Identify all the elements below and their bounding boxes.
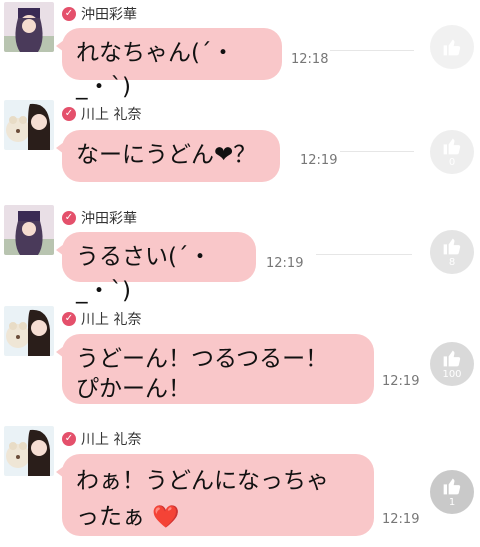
avatar[interactable] — [4, 100, 54, 150]
message-text-line: うどーん！つるつるー！ — [76, 346, 329, 372]
heart-emoji-icon: ❤️ — [152, 505, 180, 530]
divider-line — [340, 151, 414, 152]
sender-name: 川上 礼奈 — [81, 432, 142, 448]
verified-check-icon: ✓ — [62, 432, 76, 446]
divider-line — [330, 50, 414, 51]
sender-name: 沖田彩華 — [81, 211, 137, 227]
message-text-line: ぴかーん！ — [76, 376, 191, 402]
sender-name: 川上 礼奈 — [81, 107, 142, 123]
message-time: 12:19 — [300, 153, 338, 168]
like-count: 8 — [448, 257, 456, 268]
message-bubble[interactable]: うどーん！つるつるー！ ぴかーん！ — [56, 334, 374, 404]
message-time: 12:19 — [382, 374, 420, 389]
sender-name: 沖田彩華 — [81, 7, 137, 23]
message-item: ✓ 沖田彩華 うるさい(´・_・`) 12:19 8 — [0, 203, 480, 304]
message-time: 12:19 — [382, 512, 420, 527]
verified-check-icon: ✓ — [62, 107, 76, 121]
like-button[interactable]: 100 — [430, 342, 474, 386]
verified-check-icon: ✓ — [62, 312, 76, 326]
avatar[interactable] — [4, 306, 54, 356]
verified-check-icon: ✓ — [62, 211, 76, 225]
message-text: ったぁ — [76, 504, 145, 530]
message-text-line: わぁ！うどんになっちゃ — [76, 468, 329, 494]
avatar[interactable] — [4, 205, 54, 255]
like-button[interactable]: 8 — [430, 230, 474, 274]
like-count: 100 — [442, 369, 462, 380]
thumbs-up-icon — [443, 478, 461, 495]
message-text: なーにうどん❤︎？ — [76, 142, 257, 168]
message-item: ✓ 沖田彩華 れなちゃん(´・_・`) 12:18 — [0, 0, 480, 100]
message-bubble[interactable]: なーにうどん❤︎？ — [56, 130, 280, 182]
message-text: うるさい(´・_・`) — [76, 244, 212, 304]
like-button[interactable]: 0 — [430, 130, 474, 174]
verified-check-icon: ✓ — [62, 7, 76, 21]
sender-name: 川上 礼奈 — [81, 312, 142, 328]
thumbs-up-icon — [443, 238, 461, 255]
like-button[interactable]: 1 — [430, 470, 474, 514]
message-text-line: ったぁ ❤️ — [76, 500, 360, 535]
message-text: れなちゃん(´・_・`) — [76, 40, 235, 100]
thumbs-up-icon — [443, 138, 461, 155]
like-count: 0 — [448, 157, 456, 168]
like-button[interactable] — [430, 25, 474, 69]
message-item: ✓ 川上 礼奈 わぁ！うどんになっちゃ ったぁ ❤️ 12:19 1 — [0, 424, 480, 544]
message-bubble[interactable]: れなちゃん(´・_・`) — [56, 28, 282, 100]
like-count: 1 — [448, 497, 456, 508]
message-time: 12:18 — [291, 52, 329, 67]
avatar[interactable] — [4, 426, 54, 476]
message-item: ✓ 川上 礼奈 なーにうどん❤︎？ 12:19 0 — [0, 98, 480, 198]
message-bubble[interactable]: わぁ！うどんになっちゃ ったぁ ❤️ — [56, 454, 374, 536]
avatar[interactable] — [4, 2, 54, 52]
divider-line — [316, 254, 412, 255]
message-item: ✓ 川上 礼奈 うどーん！つるつるー！ ぴかーん！ 12:19 100 — [0, 304, 480, 414]
message-time: 12:19 — [266, 256, 304, 271]
thumbs-up-icon — [443, 39, 461, 55]
thumbs-up-icon — [443, 350, 461, 367]
message-bubble[interactable]: うるさい(´・_・`) — [56, 232, 256, 304]
